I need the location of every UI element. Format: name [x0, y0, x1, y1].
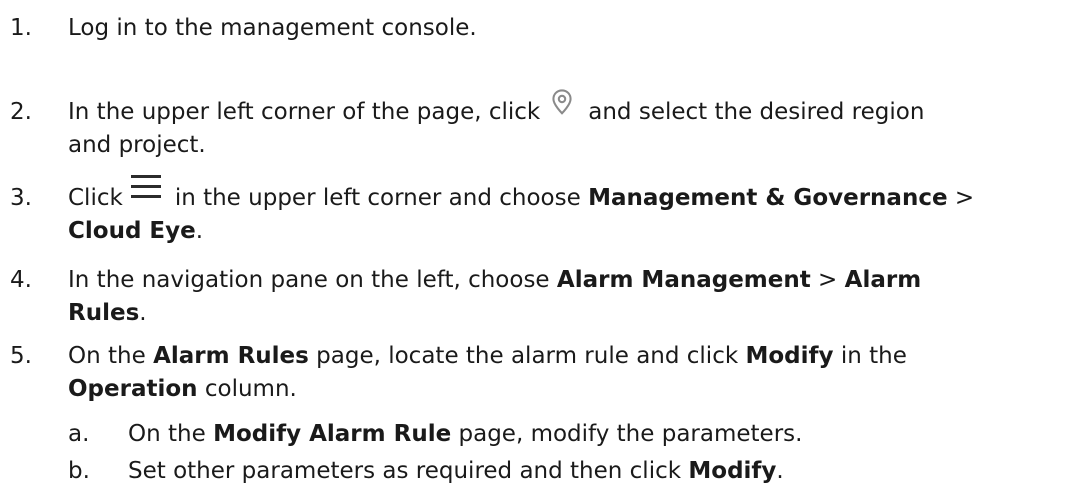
path-separator: > — [947, 185, 975, 211]
substep-text: Set other parameters as required and the… — [128, 455, 1068, 488]
ui-term-modify: Modify — [745, 343, 834, 369]
ui-term-modify-alarm-rule: Modify Alarm Rule — [213, 421, 452, 447]
step-text: In the upper left corner of the page, cl… — [68, 88, 1068, 162]
step-text: Click in the upper left corner and choose… — [68, 174, 1068, 248]
step-text: Log in to the management console. — [68, 15, 477, 41]
step-number: 1. — [10, 15, 32, 41]
step-number: 2. — [10, 99, 32, 125]
step-text-segment: and project. — [68, 132, 206, 158]
ui-term-operation: Operation — [68, 376, 198, 402]
substep-letter: a. — [68, 421, 90, 447]
step-text-segment: Set other parameters as required and the… — [128, 458, 682, 484]
substep-letter: b. — [68, 458, 90, 484]
step-text-segment: page, locate the alarm rule and click — [316, 343, 739, 369]
step-number: 3. — [10, 185, 32, 211]
step-text-segment: and select the desired region — [588, 99, 925, 125]
menu-path-alarm-rules: Rules — [68, 300, 140, 326]
step-text-segment: . — [195, 218, 204, 244]
step-text-segment: Click — [68, 185, 123, 211]
step-text-segment: On the — [68, 343, 146, 369]
step-text-segment: page, modify the parameters. — [458, 421, 803, 447]
step-text-segment: On the — [128, 421, 206, 447]
step-text-segment: in the upper left corner and choose — [174, 185, 581, 211]
step-text-segment: In the navigation pane on the left, choo… — [68, 267, 550, 293]
step-text-segment: in the — [840, 343, 907, 369]
hamburger-menu-icon — [130, 174, 161, 198]
step-text-segment: column. — [204, 376, 297, 402]
menu-path-management-governance: Management & Governance — [588, 185, 948, 211]
ui-term-alarm-rules: Alarm Rules — [153, 343, 309, 369]
step-number: 5. — [10, 343, 32, 369]
step-number: 4. — [10, 267, 32, 293]
menu-path-alarm-management: Alarm Management — [556, 267, 811, 293]
path-separator: > — [810, 267, 845, 293]
step-text-segment: . — [776, 458, 784, 484]
menu-path-cloud-eye: Cloud Eye — [68, 218, 196, 244]
step-text: On the Alarm Rules page, locate the alar… — [68, 340, 1068, 406]
procedure-steps: 1. Log in to the management console. 2. … — [0, 0, 1077, 492]
step-text: In the navigation pane on the left, choo… — [68, 264, 1068, 330]
step-text-segment: . — [139, 300, 147, 326]
menu-path-alarm-rules: Alarm — [844, 267, 922, 293]
location-pin-icon — [552, 88, 572, 115]
substep-text: On the Modify Alarm Rule page, modify th… — [128, 418, 1068, 451]
step-text-segment: In the upper left corner of the page, cl… — [68, 99, 541, 125]
ui-term-modify: Modify — [688, 458, 777, 484]
